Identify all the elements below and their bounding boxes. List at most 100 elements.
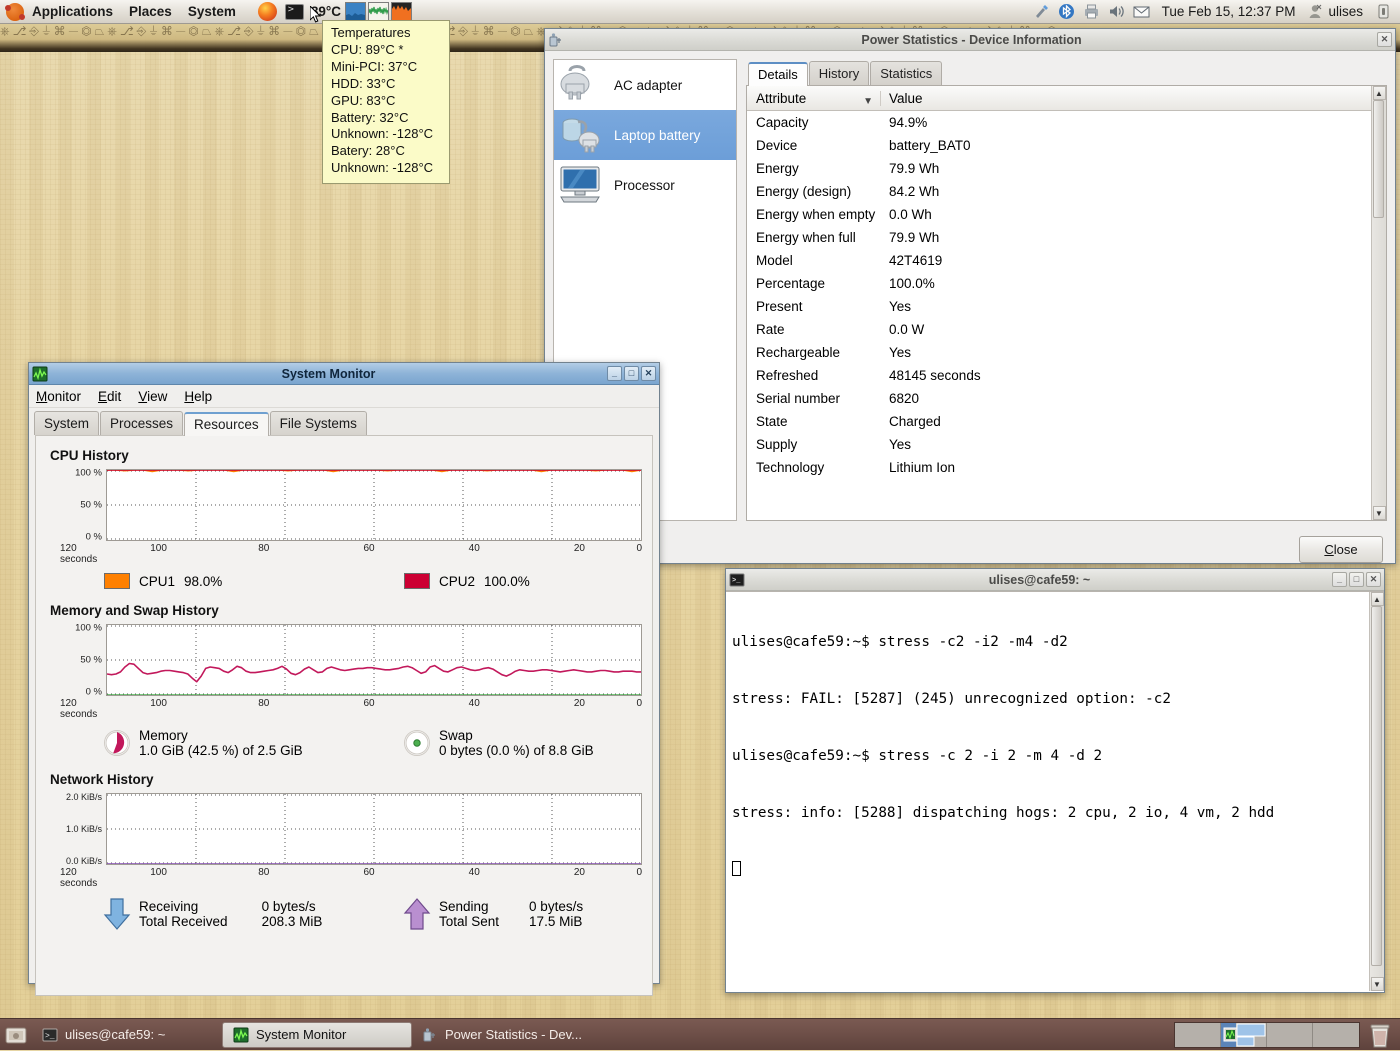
terminal-body[interactable]: ulises@cafe59:~$ stress -c2 -i2 -m4 -d2 … [726, 591, 1384, 991]
workspace-switcher[interactable] [1174, 1022, 1360, 1048]
table-row[interactable]: Model42T4619 [747, 249, 1371, 272]
terminal-window-title: ulises@cafe59: ~ [747, 573, 1332, 587]
minimize-button[interactable]: _ [607, 366, 622, 381]
menu-system[interactable]: System [180, 1, 244, 23]
column-label-attribute: Attribute [756, 91, 806, 106]
net-xtick-4: 40 [422, 867, 527, 889]
terminal-output[interactable]: ulises@cafe59:~$ stress -c2 -i2 -m4 -d2 … [726, 592, 1369, 991]
tab-resources[interactable]: Resources [184, 412, 269, 436]
taskbar-label: Power Statistics - Dev... [445, 1027, 582, 1042]
bluetooth-icon[interactable] [1058, 3, 1075, 20]
table-row[interactable]: Energy when full79.9 Wh [747, 226, 1371, 249]
total-sent-value: 17.5 MiB [529, 914, 583, 929]
close-button[interactable]: ✕ [1366, 572, 1381, 587]
power-titlebar[interactable]: Power Statistics - Device Information ✕ [545, 29, 1395, 51]
device-item-laptop-battery[interactable]: Laptop battery [554, 110, 736, 160]
taskbar-item-terminal[interactable]: >_ ulises@cafe59: ~ [32, 1022, 222, 1048]
details-scrollbar[interactable]: ▲ ▼ [1371, 86, 1386, 520]
menu-applications[interactable]: Applications [24, 1, 121, 23]
tab-processes[interactable]: Processes [100, 411, 183, 435]
user-switch-icon[interactable] [1307, 3, 1324, 20]
taskbar-item-power-statistics[interactable]: Power Statistics - Dev... [412, 1022, 602, 1048]
table-row[interactable]: PresentYes [747, 295, 1371, 318]
menu-view[interactable]: View [138, 389, 167, 404]
username-label[interactable]: ulises [1328, 4, 1371, 19]
input-method-icon[interactable] [1033, 3, 1050, 20]
table-row[interactable]: Serial number6820 [747, 387, 1371, 410]
device-item-ac-adapter[interactable]: AC adapter [554, 60, 736, 110]
column-header-value[interactable]: Value [880, 91, 1371, 106]
table-row[interactable]: TechnologyLithium Ion [747, 456, 1371, 479]
scroll-thumb[interactable] [1371, 606, 1382, 966]
scroll-thumb[interactable] [1373, 100, 1384, 218]
attribute-name: Refreshed [747, 368, 889, 383]
terminal-scrollbar[interactable]: ▲ ▼ [1369, 592, 1384, 991]
mail-icon[interactable] [1133, 3, 1150, 20]
close-button[interactable]: Close [1299, 536, 1383, 563]
network-monitor-applet[interactable] [345, 2, 366, 21]
tab-file-systems[interactable]: File Systems [270, 411, 367, 435]
table-row[interactable]: Energy when empty0.0 Wh [747, 203, 1371, 226]
attribute-name: Device [747, 138, 889, 153]
tab-history[interactable]: History [809, 61, 869, 85]
menu-monitor[interactable]: Monitor [36, 389, 81, 404]
sysmon-tabbar: System Processes Resources File Systems [29, 408, 659, 435]
temperature-tooltip: Temperatures CPU: 89°C * Mini-PCI: 37°C … [322, 20, 450, 184]
maximize-button[interactable]: □ [1349, 572, 1364, 587]
table-row[interactable]: Percentage100.0% [747, 272, 1371, 295]
maximize-button[interactable]: □ [624, 366, 639, 381]
workspace-4[interactable] [1313, 1023, 1359, 1047]
table-row[interactable]: SupplyYes [747, 433, 1371, 456]
table-row[interactable]: Capacity94.9% [747, 111, 1371, 134]
terminal-line: ulises@cafe59:~$ stress -c 2 -i 2 -m 4 -… [732, 747, 1369, 766]
minimize-button[interactable]: _ [1332, 572, 1347, 587]
scroll-track[interactable] [1373, 100, 1386, 506]
swap-pie-icon [404, 730, 430, 756]
workspace-2[interactable] [1221, 1023, 1267, 1047]
clock[interactable]: Tue Feb 15, 12:37 PM [1154, 4, 1304, 19]
table-row[interactable]: Rate0.0 W [747, 318, 1371, 341]
attribute-value: Yes [889, 299, 1371, 314]
firefox-icon[interactable] [258, 2, 277, 21]
cpu-monitor-applet[interactable] [368, 2, 389, 21]
net-xtick-2: 80 [211, 867, 316, 889]
scroll-track[interactable] [1371, 606, 1384, 977]
shutdown-icon[interactable] [1375, 3, 1392, 20]
show-desktop-icon[interactable] [4, 1023, 28, 1047]
scroll-down-arrow[interactable]: ▼ [1371, 977, 1384, 991]
menu-help[interactable]: Help [184, 389, 212, 404]
table-row[interactable]: StateCharged [747, 410, 1371, 433]
tooltip-row-hdd: HDD: 33°C [331, 76, 443, 93]
printer-icon[interactable] [1083, 3, 1100, 20]
sysmon-titlebar[interactable]: System Monitor _ □ ✕ [29, 363, 659, 385]
menu-edit[interactable]: Edit [98, 389, 121, 404]
tab-statistics[interactable]: Statistics [870, 61, 942, 85]
table-row[interactable]: Refreshed48145 seconds [747, 364, 1371, 387]
column-header-attribute[interactable]: Attribute ▼ [747, 91, 880, 106]
memory-label: Memory [139, 728, 303, 743]
table-row[interactable]: Energy79.9 Wh [747, 157, 1371, 180]
tab-system[interactable]: System [34, 411, 99, 435]
workspace-3[interactable] [1267, 1023, 1313, 1047]
close-button[interactable]: ✕ [641, 366, 656, 381]
menu-places[interactable]: Places [121, 1, 180, 23]
scroll-up-arrow[interactable]: ▲ [1373, 86, 1386, 100]
scroll-down-arrow[interactable]: ▼ [1373, 506, 1386, 520]
load-monitor-applet[interactable] [391, 2, 412, 21]
terminal-icon[interactable] [285, 4, 304, 20]
cpu-x-axis: 120 seconds 100 80 60 40 20 0 [46, 543, 642, 565]
volume-icon[interactable] [1108, 3, 1125, 20]
tab-details[interactable]: Details [748, 62, 808, 86]
workspace-1[interactable] [1175, 1023, 1221, 1047]
table-row[interactable]: Energy (design)84.2 Wh [747, 180, 1371, 203]
terminal-titlebar[interactable]: >_ ulises@cafe59: ~ _ □ ✕ [726, 569, 1384, 591]
table-row[interactable]: RechargeableYes [747, 341, 1371, 364]
taskbar-item-system-monitor[interactable]: System Monitor [222, 1022, 412, 1048]
bottom-panel: >_ ulises@cafe59: ~ System Monitor Power… [0, 1018, 1400, 1050]
sending-text: Sending Total Sent 0 bytes/s 17.5 MiB [439, 899, 583, 929]
scroll-up-arrow[interactable]: ▲ [1371, 592, 1384, 606]
close-button[interactable]: ✕ [1377, 32, 1392, 47]
device-item-processor[interactable]: Processor [554, 160, 736, 210]
trash-icon[interactable] [1368, 1022, 1392, 1048]
table-row[interactable]: Devicebattery_BAT0 [747, 134, 1371, 157]
